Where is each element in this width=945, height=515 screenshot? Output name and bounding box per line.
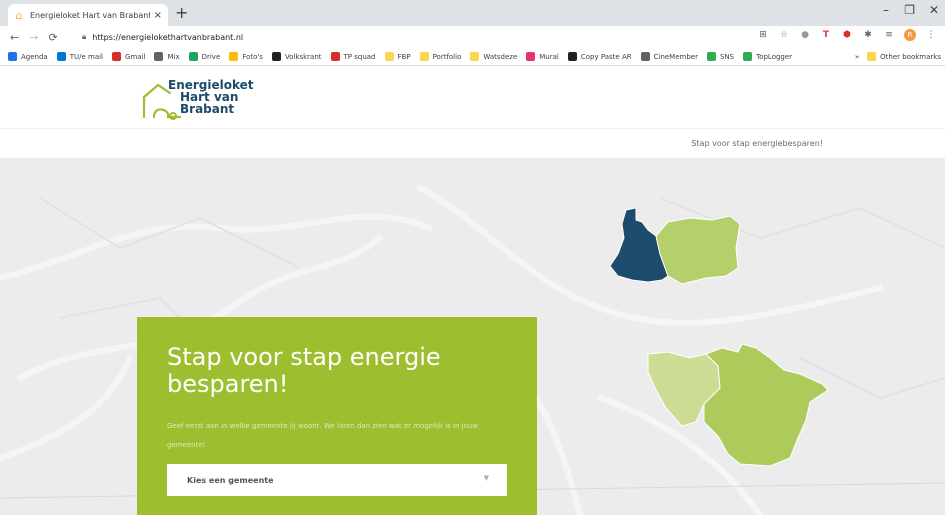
browser-tab[interactable]: ⌂ Energieloket Hart van Brabant | E × [8,4,168,26]
minimize-button[interactable]: – [883,3,889,17]
map-region-light-north [655,215,741,285]
bookmark-item[interactable]: Copy Paste AR [567,52,632,61]
reading-list-icon[interactable]: ≡ [883,29,895,41]
logo-wordmark: Energieloket Hart van Brabant [168,79,254,115]
bookmark-favicon-icon [56,52,66,61]
bookmark-label: TP squad [343,52,376,61]
bookmark-favicon-icon [188,52,198,61]
menu-kebab-icon[interactable]: ⋮ [925,29,937,41]
address-url[interactable]: https://energielokethartvanbrabant.nl [92,33,243,42]
hero-intro-text: Geef eerst aan in welke gemeente jij woo… [167,422,479,449]
extensions-puzzle-icon[interactable]: ✱ [862,29,874,41]
browser-tab-strip: ⌂ Energieloket Hart van Brabant | E × + … [0,0,945,26]
bookmark-label: Copy Paste AR [580,52,632,61]
bookmark-favicon-icon [470,52,480,61]
bookmark-item[interactable]: Drive [188,52,221,61]
back-icon[interactable]: ← [10,31,19,44]
bookmark-favicon-icon [567,52,577,61]
bookmark-favicon-icon [330,52,340,61]
bookmark-label: Volkskrant [284,52,322,61]
bookmark-item[interactable]: TP squad [330,52,376,61]
profile-avatar[interactable]: R [904,29,916,41]
hero-section: Stap voor stap energie besparen! Geef ee… [0,158,945,515]
bookmark-item[interactable]: Mix [154,52,180,61]
chevron-down-icon[interactable]: ▼ [484,474,489,482]
bookmark-favicon-icon [229,52,239,61]
bookmark-label: Drive [201,52,221,61]
maximize-button[interactable]: ❐ [904,3,915,17]
nav-link-energy-saving[interactable]: Stap voor stap energiebesparen! [691,139,823,148]
site-favicon-icon: ⌂ [15,8,23,22]
bookmark-item[interactable]: CineMember [640,52,698,61]
bookmark-label: Watsdeze [483,52,518,61]
bookmark-item[interactable]: SNS [706,52,735,61]
bookmark-label: FBP [397,52,411,61]
tab-close-icon[interactable]: × [154,10,162,21]
bookmarks-right: » Other bookmarks [855,52,941,61]
bookmark-item[interactable]: Gmail [112,52,145,61]
bookmark-favicon-icon [271,52,281,61]
bookmark-favicon-icon [112,52,122,61]
bookmarks-overflow-button[interactable]: » [855,53,859,61]
bookmark-label: Agenda [21,52,48,61]
bookmark-favicon-icon [154,52,164,61]
bookmark-label: Foto's [242,52,263,61]
bookmark-item[interactable]: Agenda [8,52,48,61]
folder-icon [867,52,877,61]
bookmark-favicon-icon [640,52,650,61]
extension-dot-icon[interactable]: ● [799,29,811,41]
new-tab-button[interactable]: + [175,4,188,22]
municipality-select[interactable]: Kies een gemeente ▼ [167,464,507,496]
translate-icon[interactable]: ⊞ [757,29,769,41]
browser-toolbar: ← → ⟳ 🔒︎ https://energielokethartvanbrab… [0,26,945,48]
bookmark-item[interactable]: TU/e mail [56,52,104,61]
site-logo[interactable]: Energieloket Hart van Brabant [140,79,260,120]
toolbar-right: ⊞ ☆ ● T ⬢ ✱ ≡ R ⋮ [757,29,937,41]
bookmark-favicon-icon [743,52,753,61]
bookmark-item[interactable]: Portfolio [419,52,462,61]
municipality-select-value[interactable]: Kies een gemeente [187,476,274,485]
bookmark-favicon-icon [8,52,17,61]
bookmark-favicon-icon [526,52,536,61]
bookmark-label: CineMember [653,52,698,61]
bookmark-item[interactable]: FBP [384,52,411,61]
bookmark-label: Portfolio [432,52,462,61]
site-header: Energieloket Hart van Brabant Stap voor … [0,66,945,158]
bookmark-label: TU/e mail [69,52,104,61]
bookmark-favicon-icon [419,52,429,61]
extension-tp-icon[interactable]: T [820,29,832,41]
bookmark-favicon-icon [706,52,716,61]
logo-line-3: Brabant [180,102,235,116]
header-divider [0,128,945,129]
lock-icon[interactable]: 🔒︎ [82,32,86,42]
address-bar[interactable]: 🔒︎ https://energielokethartvanbrabant.nl [82,28,732,46]
bookmark-item[interactable]: TopLogger [743,52,792,61]
tab-title: Energieloket Hart van Brabant | E [30,10,150,20]
reload-icon[interactable]: ⟳ [48,31,57,44]
bookmark-label: Mix [167,52,180,61]
bookmark-star-icon[interactable]: ☆ [778,29,790,41]
bookmark-label: TopLogger [756,52,793,61]
bookmark-label: SNS [719,52,735,61]
bookmark-label: Mural [539,52,559,61]
hero-title: Stap voor stap energie besparen! [167,343,441,398]
bookmark-item[interactable]: Volkskrant [271,52,322,61]
other-bookmarks-label[interactable]: Other bookmarks [880,53,941,61]
bookmark-item[interactable]: Mural [526,52,559,61]
bookmarks-bar: Agenda TU/e mail Gmail Mix Drive Foto's Volksk… [0,48,945,66]
adblock-icon[interactable]: ⬢ [841,29,853,41]
forward-icon[interactable]: → [29,31,38,44]
hero-card: Stap voor stap energie besparen! Geef ee… [137,317,537,515]
bookmark-item[interactable]: Watsdeze [470,52,517,61]
close-window-button[interactable]: ✕ [929,3,939,17]
bookmark-item[interactable]: Foto's [229,52,263,61]
bookmark-favicon-icon [384,52,394,61]
bookmark-label: Gmail [125,52,146,61]
